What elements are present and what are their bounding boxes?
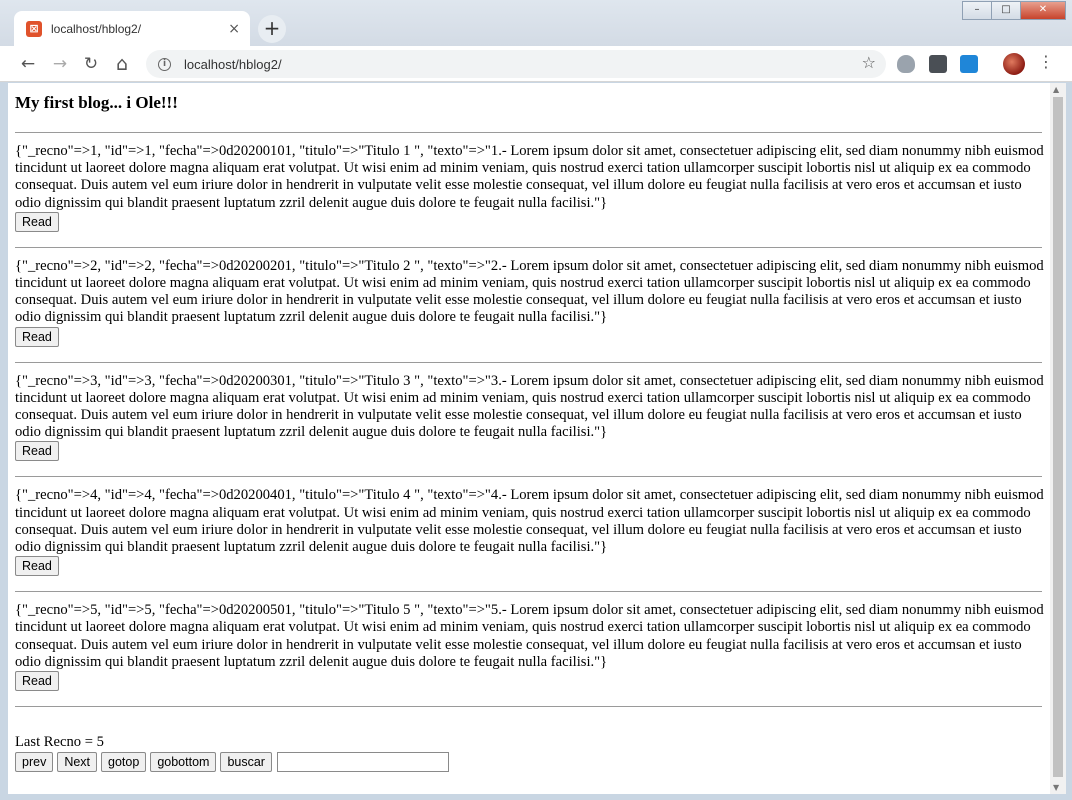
blog-post: {"_recno"=>4, "id"=>4, "fecha"=>0d202004… <box>15 487 1045 577</box>
address-bar[interactable]: i localhost/hblog2/ ☆ <box>146 50 886 78</box>
navigation-controls: prev Next gotop gobottom buscar <box>15 752 1050 773</box>
scrollbar-thumb[interactable] <box>1053 97 1063 777</box>
next-button[interactable]: Next <box>57 752 98 773</box>
divider <box>15 476 1042 478</box>
prev-button[interactable]: prev <box>15 752 54 773</box>
read-button[interactable]: Read <box>15 211 59 232</box>
browser-tab[interactable]: ⊠ localhost/hblog2/ × <box>14 11 250 46</box>
new-tab-button[interactable]: + <box>258 15 286 43</box>
tab-title: localhost/hblog2/ <box>51 21 142 36</box>
post-text: {"_recno"=>2, "id"=>2, "fecha"=>0d202002… <box>15 257 1044 326</box>
forward-arrow-icon[interactable]: → <box>48 52 72 76</box>
window-controls: – □ ✕ <box>962 1 1066 20</box>
gotop-button[interactable]: gotop <box>101 752 147 773</box>
post-text: {"_recno"=>3, "id"=>3, "fecha"=>0d202003… <box>15 372 1044 441</box>
buscar-button[interactable]: buscar <box>220 752 272 773</box>
extension-shield-icon[interactable] <box>897 55 915 73</box>
home-icon[interactable]: ⌂ <box>110 52 134 76</box>
search-input[interactable] <box>276 752 449 773</box>
page-content: My first blog... i Ole!!! {"_recno"=>1, … <box>8 83 1050 794</box>
divider <box>15 706 1042 708</box>
vertical-scrollbar[interactable]: ▲ ▼ <box>1050 83 1066 794</box>
scroll-down-arrow-icon[interactable]: ▼ <box>1053 783 1059 792</box>
minimize-button[interactable]: – <box>962 1 992 20</box>
title-bar: ⊠ localhost/hblog2/ × + – □ ✕ <box>0 0 1072 46</box>
read-button[interactable]: Read <box>15 441 59 462</box>
profile-avatar[interactable] <box>1003 53 1025 75</box>
back-arrow-icon[interactable]: ← <box>16 52 40 76</box>
divider <box>15 132 1042 133</box>
post-text: {"_recno"=>1, "id"=>1, "fecha"=>0d202001… <box>15 143 1044 211</box>
browser-menu-icon[interactable]: ⋮ <box>1038 52 1054 71</box>
blog-post: {"_recno"=>2, "id"=>2, "fecha"=>0d202002… <box>15 258 1045 347</box>
site-favicon-icon: ⊠ <box>26 20 42 37</box>
last-recno-label: Last Recno = 5 <box>15 734 104 751</box>
post-text: {"_recno"=>4, "id"=>4, "fecha"=>0d202004… <box>15 487 1044 556</box>
tab-close-icon[interactable]: × <box>228 21 240 37</box>
maximize-button[interactable]: □ <box>991 1 1021 20</box>
extension-blue-icon[interactable] <box>960 55 978 73</box>
url-text[interactable]: localhost/hblog2/ <box>184 57 282 72</box>
blog-post: {"_recno"=>5, "id"=>5, "fecha"=>0d202005… <box>15 602 1045 692</box>
post-list: {"_recno"=>1, "id"=>1, "fecha"=>0d202001… <box>15 132 1050 692</box>
bookmark-star-icon[interactable]: ☆ <box>862 53 876 72</box>
blog-post: {"_recno"=>3, "id"=>3, "fecha"=>0d202003… <box>15 373 1045 462</box>
read-button[interactable]: Read <box>15 671 59 692</box>
post-text: {"_recno"=>5, "id"=>5, "fecha"=>0d202005… <box>15 602 1044 670</box>
divider <box>15 591 1042 593</box>
blog-post: {"_recno"=>1, "id"=>1, "fecha"=>0d202001… <box>15 143 1045 232</box>
page-viewport: My first blog... i Ole!!! {"_recno"=>1, … <box>8 83 1066 794</box>
extension-privacy-icon[interactable] <box>929 55 947 73</box>
reload-icon[interactable]: ↻ <box>79 52 103 76</box>
read-button[interactable]: Read <box>15 556 59 577</box>
divider <box>15 361 1042 363</box>
read-button[interactable]: Read <box>15 326 59 347</box>
close-window-button[interactable]: ✕ <box>1020 1 1066 20</box>
gobottom-button[interactable]: gobottom <box>150 752 217 773</box>
scroll-up-arrow-icon[interactable]: ▲ <box>1053 85 1059 94</box>
info-icon[interactable]: i <box>158 57 171 71</box>
page-title: My first blog... i Ole!!! <box>15 93 178 112</box>
browser-toolbar: ← → ↻ ⌂ i localhost/hblog2/ ☆ ⋮ <box>0 46 1072 82</box>
divider <box>15 246 1042 248</box>
